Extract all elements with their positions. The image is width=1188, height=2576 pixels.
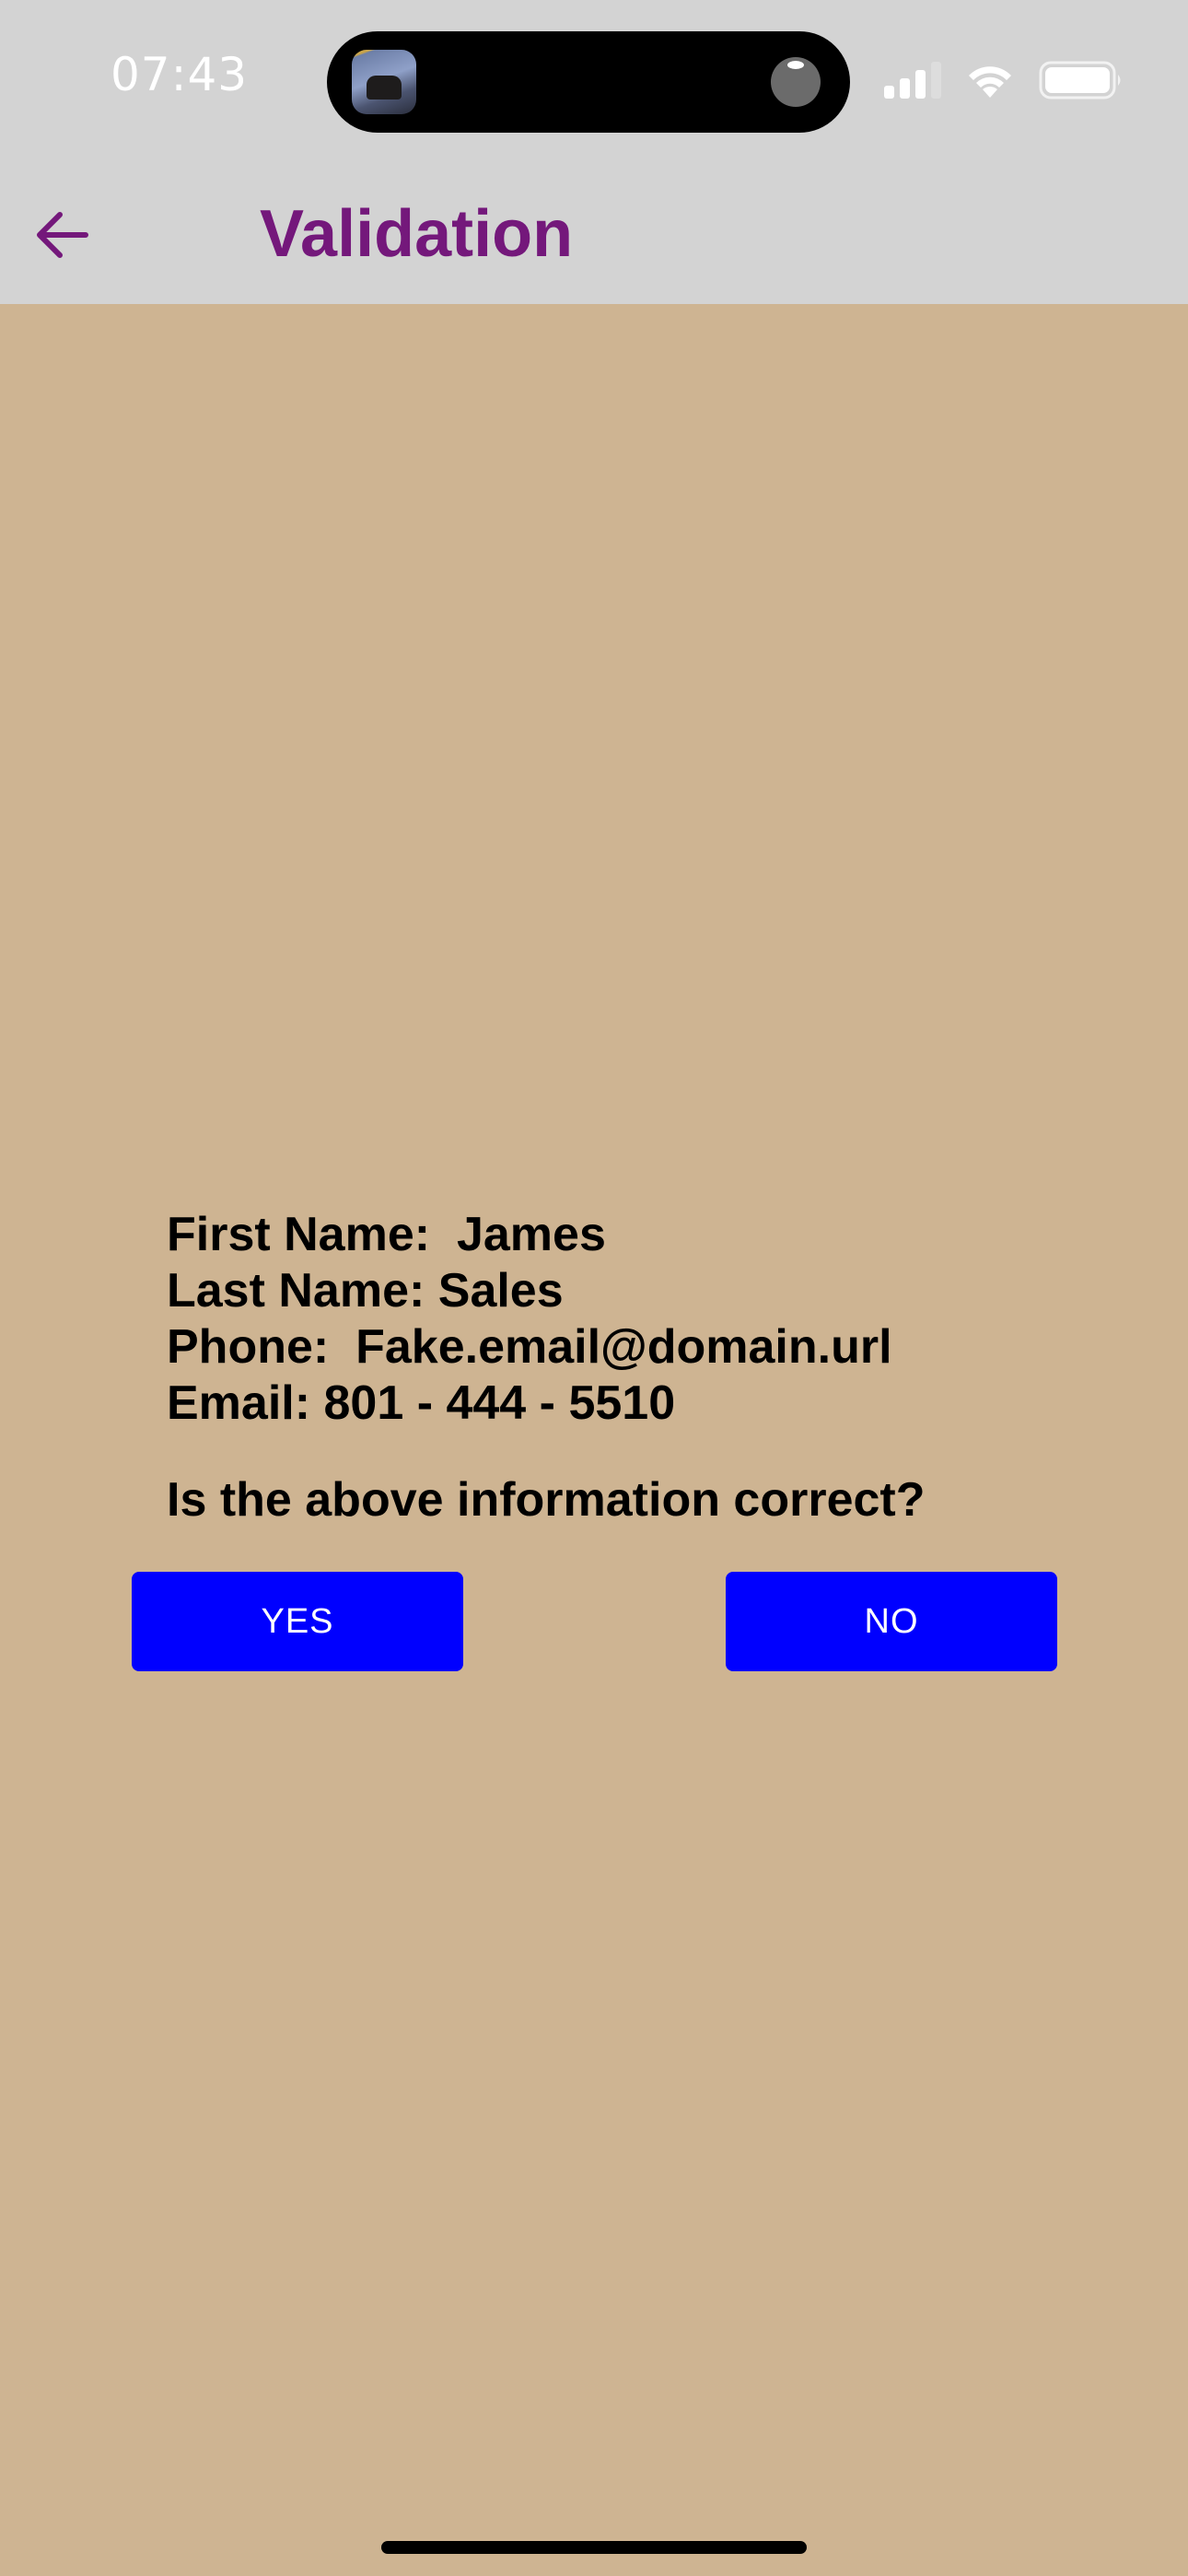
battery-icon [1039,61,1124,100]
status-icons [884,57,1124,103]
first-name-line: First Name: James [167,1208,606,1261]
no-button[interactable]: NO [726,1572,1057,1671]
last-name-line: Last Name: Sales [167,1264,564,1317]
confirmation-question: Is the above information correct? [167,1473,926,1527]
top-bar: 07:43 Validation [0,0,1188,304]
status-time: 07:43 [111,48,249,101]
page-title: Validation [260,197,574,271]
wifi-icon [963,61,1017,100]
live-activity-app-icon[interactable] [352,50,416,114]
dynamic-island[interactable] [327,31,850,133]
home-indicator[interactable] [381,2541,807,2554]
cellular-signal-icon [884,62,941,99]
info-summary: First Name: James Last Name: Sales Phone… [167,1207,892,1432]
email-line: Email: 801 - 444 - 5510 [167,1376,676,1430]
live-activity-indicator-icon [771,57,821,107]
yes-button[interactable]: YES [132,1572,463,1671]
arrow-left-icon [37,212,88,258]
back-button[interactable] [29,203,94,267]
phone-line: Phone: Fake.email@domain.url [167,1320,892,1374]
